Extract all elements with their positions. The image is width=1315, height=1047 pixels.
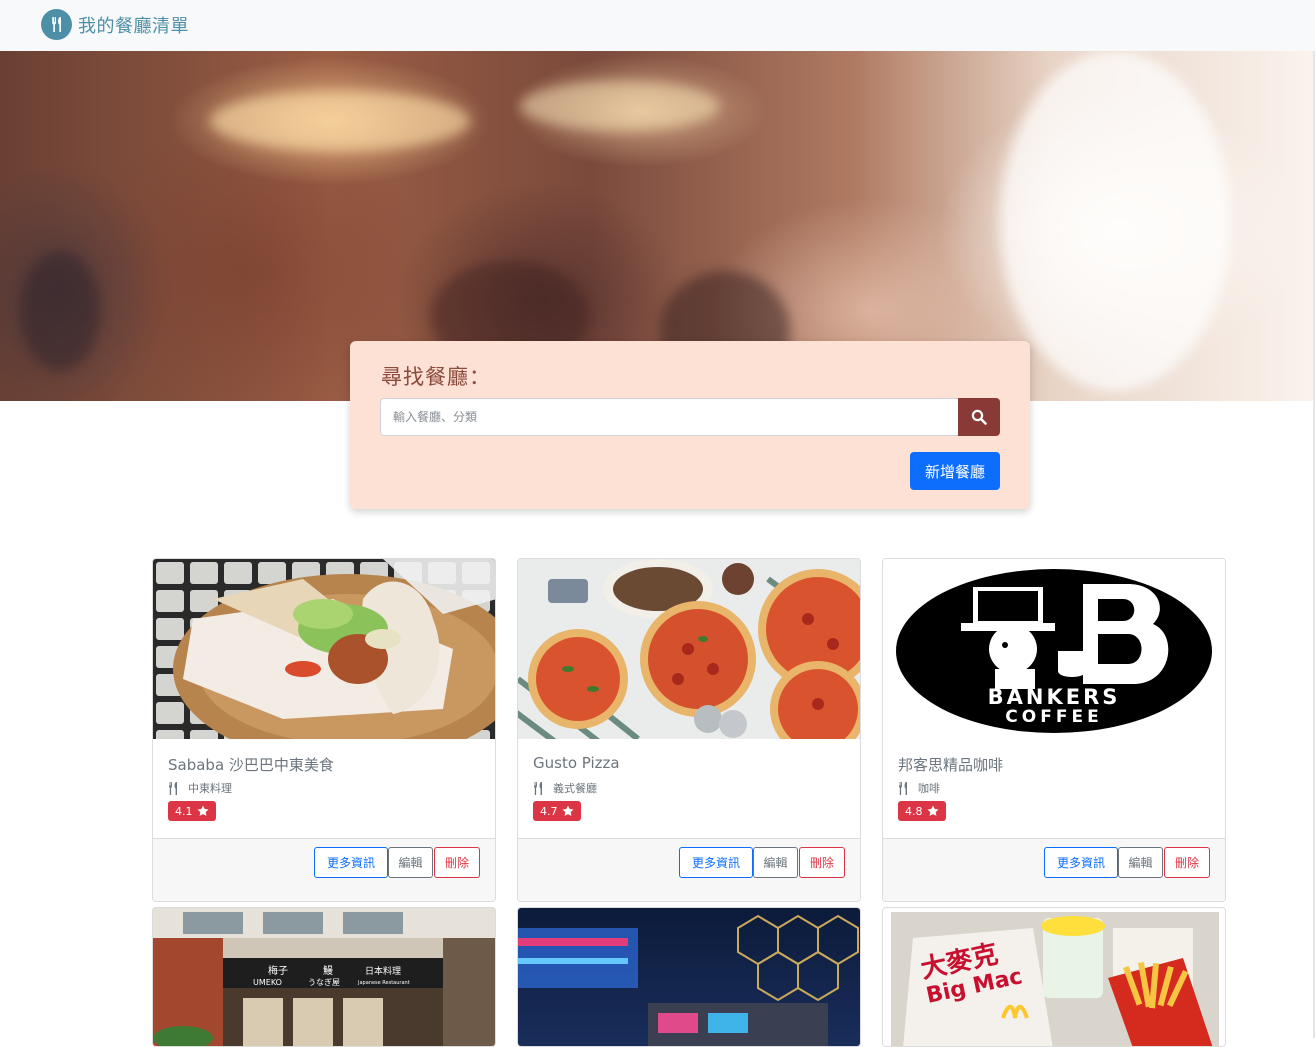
restaurant-photo[interactable]: 大麥克 Big Mac [883, 908, 1225, 1046]
delete-button[interactable]: 刪除 [1164, 847, 1210, 878]
rating-badge: 4.8 [898, 801, 946, 821]
restaurant-card: Sababa 沙巴巴中東美食 中東料理 4.1 更多資訊 編輯 刪除 [152, 558, 496, 902]
coffee-logo-text: COFFEE [1005, 707, 1102, 727]
search-button[interactable] [958, 398, 1000, 436]
delete-button[interactable]: 刪除 [434, 847, 480, 878]
rating-value: 4.1 [175, 804, 193, 818]
brand-link[interactable]: 我的餐廳清單 [41, 9, 189, 40]
bankers-logo-text: BANKERS [988, 685, 1121, 709]
rating-badge: 4.1 [168, 801, 216, 821]
search-title: 尋找餐廳： [381, 365, 491, 389]
eel-kana-sign: うなぎ屋 [308, 977, 340, 987]
restaurant-category: 中東料理 [168, 780, 232, 796]
delete-button[interactable]: 刪除 [799, 847, 845, 878]
restaurant-name: 邦客思精品咖啡 [898, 756, 1004, 774]
cuisine-sign: 日本料理 [365, 965, 401, 977]
add-restaurant-button[interactable]: 新增餐廳 [910, 452, 1000, 490]
restaurant-photo[interactable] [518, 559, 860, 739]
cuisine-en-sign: Japanese Restaurant [357, 980, 410, 986]
restaurant-category: 義式餐廳 [533, 780, 597, 796]
more-info-button[interactable]: 更多資訊 [679, 847, 753, 878]
edit-button[interactable]: 編輯 [753, 847, 798, 878]
restaurant-card: BANKERS COFFEE 邦客思精品咖啡 咖啡 4.8 更多資訊 編輯 刪除 [882, 558, 1226, 902]
utensils-icon [169, 781, 177, 795]
restaurant-card: 大麥克 Big Mac [882, 907, 1226, 1047]
umeko-sign-en: UMEKO [253, 978, 282, 987]
restaurant-card [517, 907, 861, 1047]
edit-button[interactable]: 編輯 [388, 847, 433, 878]
category-label: 義式餐廳 [553, 782, 597, 795]
card-footer: 更多資訊 編輯 刪除 [518, 838, 860, 901]
more-info-button[interactable]: 更多資訊 [314, 847, 388, 878]
restaurant-photo[interactable] [518, 908, 860, 1046]
rating-value: 4.8 [905, 804, 923, 818]
card-footer: 更多資訊 編輯 刪除 [153, 838, 495, 901]
utensils-icon [899, 781, 907, 795]
category-label: 咖啡 [918, 782, 940, 795]
restaurant-photo[interactable] [153, 559, 495, 739]
restaurant-name: Gusto Pizza [533, 754, 620, 772]
star-icon [927, 805, 938, 816]
search-icon [971, 409, 987, 425]
edit-button[interactable]: 編輯 [1118, 847, 1163, 878]
more-info-button[interactable]: 更多資訊 [1044, 847, 1118, 878]
utensils-icon [41, 9, 72, 40]
star-icon [197, 805, 208, 816]
eel-sign: 鰻 [323, 964, 333, 977]
restaurant-photo[interactable]: BANKERS COFFEE [883, 559, 1225, 739]
card-body: 邦客思精品咖啡 咖啡 4.8 [883, 739, 1225, 838]
restaurant-card: Gusto Pizza 義式餐廳 4.7 更多資訊 編輯 刪除 [517, 558, 861, 902]
restaurant-category: 咖啡 [898, 780, 940, 796]
category-label: 中東料理 [188, 782, 232, 795]
rating-value: 4.7 [540, 804, 558, 818]
restaurant-photo[interactable]: 梅子 UMEKO 鰻 うなぎ屋 日本料理 Japanese Restaurant [153, 908, 495, 1046]
brand-title: 我的餐廳清單 [78, 15, 189, 37]
restaurant-name: Sababa 沙巴巴中東美食 [168, 756, 334, 774]
navbar: 我的餐廳清單 [0, 0, 1315, 51]
restaurant-card: 梅子 UMEKO 鰻 うなぎ屋 日本料理 Japanese Restaurant [152, 907, 496, 1047]
umeko-sign-zh: 梅子 [268, 964, 288, 977]
card-body: Sababa 沙巴巴中東美食 中東料理 4.1 [153, 739, 495, 838]
star-icon [562, 805, 573, 816]
card-footer: 更多資訊 編輯 刪除 [883, 838, 1225, 901]
rating-badge: 4.7 [533, 801, 581, 821]
search-panel: 尋找餐廳： 新增餐廳 [350, 341, 1030, 509]
search-input[interactable] [380, 398, 959, 436]
card-body: Gusto Pizza 義式餐廳 4.7 [518, 739, 860, 838]
utensils-icon [534, 781, 542, 795]
